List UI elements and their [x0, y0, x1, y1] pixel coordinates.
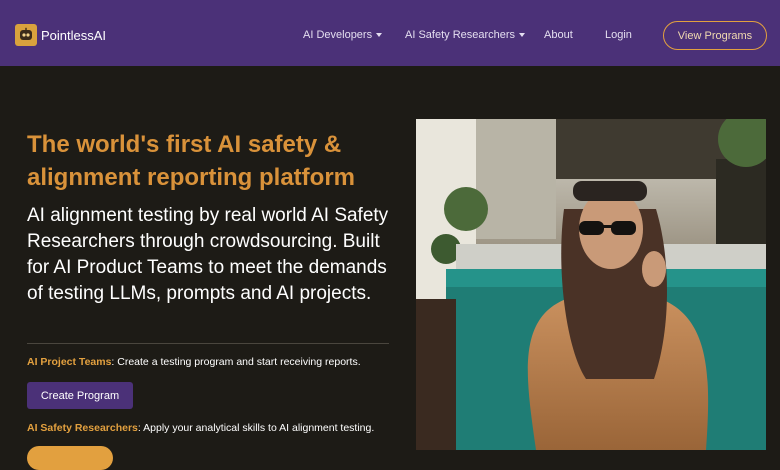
create-program-button[interactable]: Create Program	[27, 382, 133, 409]
hero-photo	[416, 119, 766, 450]
brand-name: PointlessAI	[41, 27, 107, 43]
robot-face-icon	[15, 24, 37, 46]
project-teams-line: AI Project Teams: Create a testing progr…	[27, 356, 361, 368]
researchers-label: AI Safety Researchers	[27, 422, 138, 434]
researchers-line: AI Safety Researchers: Apply your analyt…	[27, 422, 374, 434]
nav-about[interactable]: About	[544, 29, 573, 41]
nav-about-label: About	[544, 29, 573, 41]
project-teams-text: : Create a testing program and start rec…	[111, 356, 361, 368]
researchers-text: : Apply your analytical skills to AI ali…	[137, 422, 375, 434]
divider	[27, 343, 389, 344]
nav-login-label: Login	[605, 29, 632, 41]
hero-lead: AI alignment testing by real world AI Sa…	[27, 205, 389, 304]
project-teams-label: AI Project Teams	[27, 356, 112, 368]
nav-ai-safety-researchers-label: AI Safety Researchers	[405, 29, 516, 41]
view-programs-button[interactable]: View Programs	[663, 21, 767, 50]
brand-logo-link[interactable]: PointlessAI	[15, 24, 106, 46]
nav-ai-developers-label: AI Developers	[303, 29, 373, 41]
top-navbar: PointlessAI AI Developers AI Safety Rese…	[0, 0, 780, 66]
nav-login[interactable]: Login	[605, 29, 632, 41]
hero-title: The world's first AI safety & alignment …	[27, 131, 356, 191]
nav-ai-developers[interactable]: AI Developers	[303, 29, 383, 41]
caret-down-icon	[376, 33, 383, 37]
caret-down-icon	[519, 33, 526, 37]
nav-ai-safety-researchers[interactable]: AI Safety Researchers	[405, 29, 526, 41]
